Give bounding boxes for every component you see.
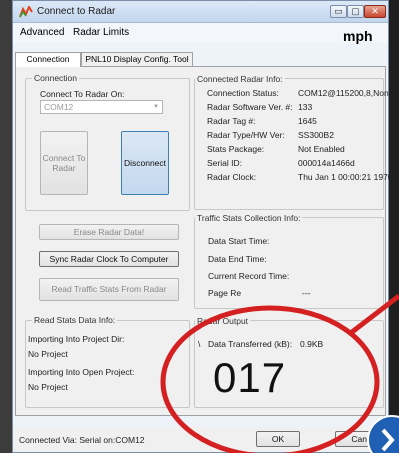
radar-output-group-title: Radar Output	[195, 316, 251, 326]
radar-info-value-5: 000014a1466d	[298, 158, 355, 168]
data-transferred-value: 0.9KB	[300, 339, 324, 349]
speed-unit-label: mph	[343, 28, 373, 44]
radar-info-value-6: Thu Jan 1 00:00:21 1970	[298, 172, 393, 182]
read-traffic-stats-button[interactable]: Read Traffic Stats From Radar	[39, 278, 179, 301]
data-transferred-label: Data Transferred (kB):	[208, 339, 293, 349]
chevron-down-icon: ▼	[153, 104, 159, 110]
background-right	[389, 0, 399, 453]
radar-info-label-0: Connection Status:	[207, 88, 279, 98]
close-button[interactable]: ✕	[364, 5, 386, 18]
radar-info-label-5: Serial ID:	[207, 158, 242, 168]
current-record-time-label: Current Record Time:	[208, 271, 290, 281]
page-read-value: ---	[302, 288, 311, 298]
transfer-spinner: \	[198, 339, 201, 349]
connection-group-title: Connection	[32, 73, 80, 83]
radar-info-value-0: COM12@115200,8,None	[298, 88, 394, 98]
data-end-time-label: Data End Time:	[208, 254, 267, 264]
radar-info-value-4: Not Enabled	[298, 144, 345, 154]
connect-button[interactable]: Connect To Radar	[40, 131, 88, 195]
radar-info-label-2: Radar Tag #:	[207, 116, 256, 126]
radar-info-label-6: Radar Clock:	[207, 172, 257, 182]
traffic-stats-group-title: Traffic Stats Collection Info:	[195, 213, 303, 223]
port-select-value: COM12	[44, 102, 74, 112]
read-stats-group-title: Read Stats Data Info:	[32, 315, 118, 325]
radar-info-label-1: Radar Software Ver. #:	[207, 102, 293, 112]
maximize-button[interactable]: ▢	[347, 5, 364, 18]
radar-info-value-3: SS300B2	[298, 130, 334, 140]
menu-advanced[interactable]: Advanced	[20, 27, 64, 38]
radar-speed-readout: 017	[213, 354, 287, 401]
connection-tab-panel: Connection Connect To Radar On: COM12 ▼ …	[15, 66, 393, 416]
project-dir-label: Importing Into Project Dir:	[28, 334, 125, 344]
data-start-time-label: Data Start Time:	[208, 236, 270, 246]
menu-bar: Advanced Radar Limits	[13, 23, 388, 43]
status-bar: Connected Via: Serial on:COM12 OK Cance	[13, 426, 388, 452]
radar-info-label-4: Stats Package:	[207, 144, 265, 154]
radar-info-label-3: Radar Type/HW Ver:	[207, 130, 285, 140]
app-icon	[19, 6, 33, 18]
disconnect-button[interactable]: Disconnect	[121, 131, 169, 195]
ok-button[interactable]: OK	[256, 431, 300, 447]
open-project-value: No Project	[28, 382, 68, 392]
connect-to-radar-window: Connect to Radar ▭ ▢ ✕ Advanced Radar Li…	[12, 0, 393, 453]
tab-connection[interactable]: Connection	[15, 52, 81, 67]
tab-strip: Connection PNL10 Display Config. Tool	[13, 52, 388, 67]
radar-info-value-1: 133	[298, 102, 313, 112]
cancel-button[interactable]: Cance	[335, 431, 385, 447]
window-title: Connect to Radar	[37, 6, 116, 17]
radar-info-value-2: 1645	[298, 116, 317, 126]
open-project-label: Importing Into Open Project:	[28, 367, 135, 377]
minimize-button[interactable]: ▭	[330, 5, 347, 18]
radar-info-group-title: Connected Radar Info:	[195, 74, 285, 84]
erase-radar-data-button[interactable]: Erase Radar Data!	[39, 224, 179, 240]
project-dir-value: No Project	[28, 349, 68, 359]
page-read-label: Page Re	[208, 288, 242, 298]
connection-status-text: Connected Via: Serial on:COM12	[19, 435, 145, 445]
background-left	[0, 0, 12, 453]
menu-radar-limits[interactable]: Radar Limits	[73, 27, 129, 38]
title-bar: Connect to Radar ▭ ▢ ✕	[13, 1, 388, 23]
sync-radar-clock-button[interactable]: Sync Radar Clock To Computer	[39, 251, 179, 267]
tab-pnl10-display-config[interactable]: PNL10 Display Config. Tool	[81, 52, 193, 66]
connect-to-label: Connect To Radar On:	[40, 89, 125, 99]
port-select[interactable]: COM12 ▼	[40, 100, 163, 114]
